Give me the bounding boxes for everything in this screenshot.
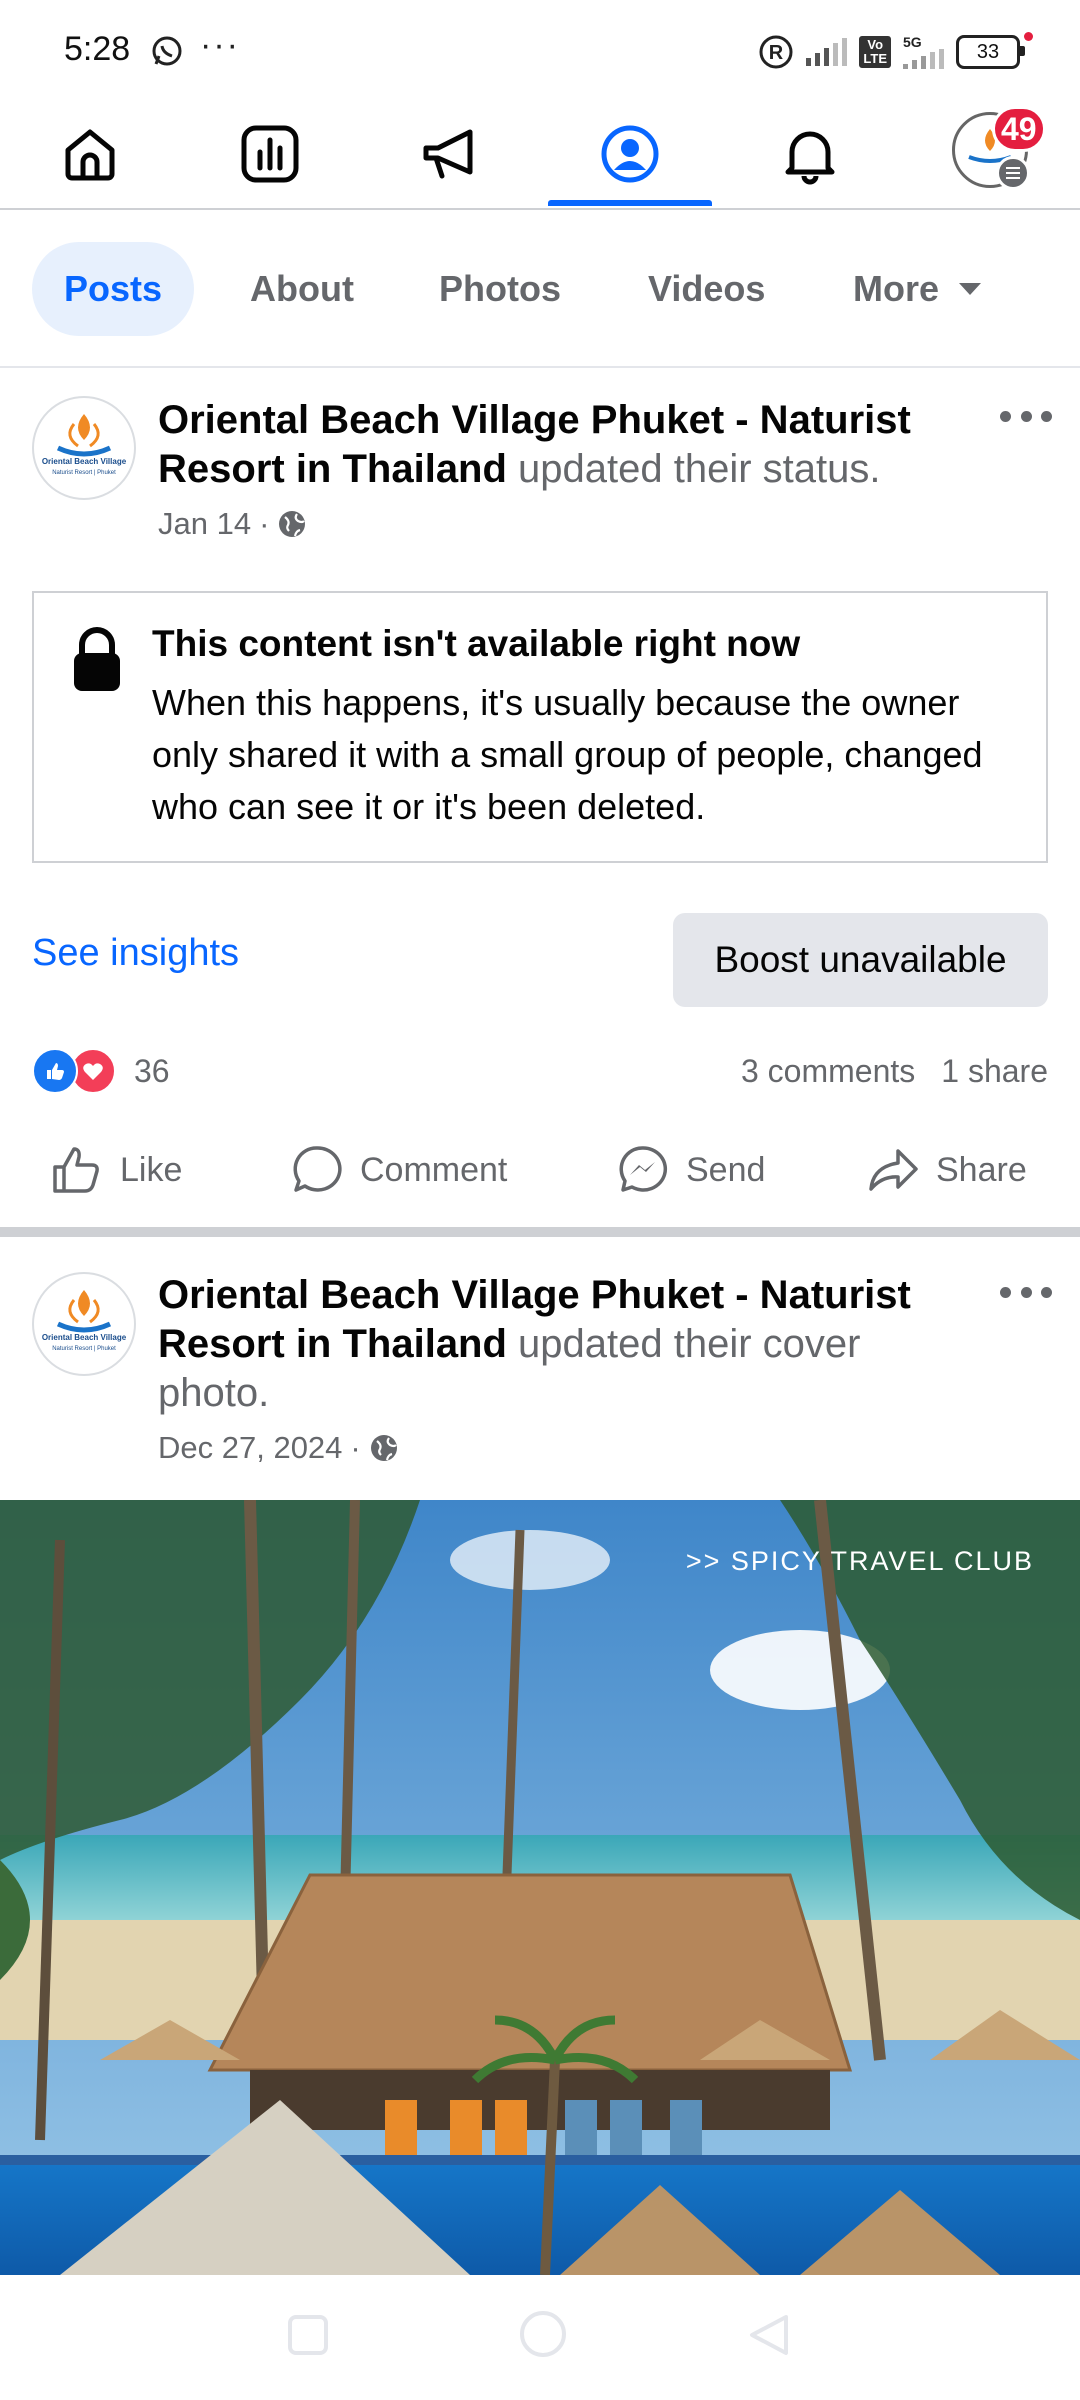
top-nav-bar: 49	[0, 100, 1080, 210]
post-date[interactable]: Dec 27, 2024	[158, 1430, 342, 1466]
volte-icon: Vo LTE	[859, 36, 891, 68]
status-indicators: R Vo LTE 5G 33	[758, 30, 1033, 74]
meta-separator: ·	[259, 506, 270, 541]
megaphone-icon	[423, 129, 473, 179]
home-system-icon[interactable]	[518, 2309, 568, 2359]
share-button[interactable]: Share	[866, 1130, 1027, 1210]
resort-logo-icon: Oriental Beach Village Naturist Resort |…	[35, 1275, 133, 1373]
see-insights-link[interactable]: See insights	[32, 932, 239, 975]
logo-line1: Oriental Beach Village	[42, 1333, 127, 1342]
nav-profile[interactable]	[540, 100, 720, 208]
nav-ads[interactable]	[360, 100, 540, 208]
post-options-button[interactable]	[1000, 406, 1052, 426]
comments-count[interactable]: 3 comments	[741, 1053, 915, 1090]
tab-more[interactable]: More	[853, 242, 982, 336]
post-header-text: Oriental Beach Village Phuket - Naturist…	[158, 396, 958, 494]
send-label: Send	[686, 1150, 766, 1189]
tab-photos[interactable]: Photos	[439, 242, 561, 336]
tab-about[interactable]: About	[250, 242, 354, 336]
logo-line1: Oriental Beach Village	[42, 457, 127, 466]
thumbs-up-icon	[53, 1147, 99, 1193]
home-icon	[65, 129, 115, 181]
reaction-count: 36	[134, 1052, 170, 1089]
post-meta: Jan 14 ·	[158, 506, 307, 542]
nav-dashboard[interactable]	[180, 100, 360, 208]
page-avatar[interactable]: Oriental Beach Village Naturist Resort |…	[32, 396, 136, 500]
status-more-dots: ···	[200, 26, 240, 64]
nav-active-indicator	[548, 200, 712, 206]
like-reaction-icon	[32, 1048, 78, 1094]
bell-icon	[785, 131, 835, 185]
unavailable-content-card: This content isn't available right now W…	[32, 591, 1048, 863]
status-time: 5:28	[64, 30, 131, 68]
post-action-bar: Like Comment Send Share	[0, 1130, 1080, 1210]
globe-icon	[370, 1435, 397, 1461]
send-button[interactable]: Send	[616, 1130, 765, 1210]
profile-tabs: Posts About Photos Videos More	[0, 210, 1080, 368]
meta-separator: ·	[350, 1430, 361, 1465]
tab-more-label: More	[853, 268, 940, 309]
svg-text:R: R	[769, 42, 784, 64]
cover-photo[interactable]: >> SPICY TRAVEL CLUB	[0, 1500, 1080, 2275]
tab-posts[interactable]: Posts	[32, 242, 195, 336]
registered-icon: R	[759, 35, 793, 69]
notification-badge: 49	[992, 106, 1046, 152]
post-meta-2: Dec 27, 2024 ·	[158, 1430, 399, 1466]
resort-photo-image: >> SPICY TRAVEL CLUB	[0, 1500, 1080, 2275]
post-action-text: updated their status.	[506, 447, 881, 491]
battery-icon: 33	[956, 32, 1033, 69]
post-options-button[interactable]	[1000, 1282, 1052, 1302]
page-avatar-2[interactable]: Oriental Beach Village Naturist Resort |…	[32, 1272, 136, 1376]
signal-icon	[806, 38, 848, 66]
cover-watermark-caption: >> SPICY TRAVEL CLUB	[686, 1546, 1034, 1576]
comment-button[interactable]: Comment	[290, 1130, 507, 1210]
post-separator	[0, 1227, 1080, 1237]
logo-line2: Naturist Resort | Phuket	[52, 1346, 116, 1352]
logo-line2: Naturist Resort | Phuket	[52, 470, 116, 476]
back-icon[interactable]	[746, 2313, 790, 2357]
boost-unavailable-button[interactable]: Boost unavailable	[673, 913, 1048, 1007]
share-arrow-icon	[869, 1149, 918, 1191]
recent-apps-icon[interactable]	[286, 2313, 330, 2357]
hamburger-menu-icon	[996, 156, 1030, 190]
tab-videos[interactable]: Videos	[648, 242, 765, 336]
shares-count[interactable]: 1 share	[941, 1053, 1048, 1090]
caret-down-icon	[959, 283, 982, 295]
nav-menu[interactable]: 49	[952, 106, 1046, 190]
status-bar: 5:28 ··· R Vo LTE 5G 33	[0, 0, 1080, 100]
dashboard-icon	[241, 125, 299, 183]
like-label: Like	[120, 1150, 183, 1189]
like-button[interactable]: Like	[50, 1130, 182, 1210]
lock-icon	[74, 627, 120, 691]
globe-icon	[279, 511, 306, 537]
reactions-summary[interactable]: 36	[32, 1048, 170, 1094]
nav-notifications[interactable]	[720, 100, 900, 208]
comment-label: Comment	[360, 1150, 508, 1189]
profile-icon	[601, 125, 659, 183]
resort-logo-icon: Oriental Beach Village Naturist Resort |…	[35, 399, 133, 497]
unavailable-title: This content isn't available right now	[152, 623, 801, 664]
whatsapp-icon	[152, 36, 182, 66]
comment-icon	[293, 1146, 342, 1192]
share-label: Share	[936, 1150, 1027, 1189]
nav-home[interactable]	[0, 100, 180, 208]
messenger-icon	[619, 1146, 668, 1192]
unavailable-description: When this happens, it's usually because …	[152, 682, 983, 827]
post-header-text-2: Oriental Beach Village Phuket - Naturist…	[158, 1271, 958, 1418]
engagement-counts: 3 comments 1 share	[741, 1048, 1048, 1094]
system-navigation-bar	[0, 2275, 1080, 2400]
5g-signal-icon: 5G	[903, 35, 944, 69]
post-date[interactable]: Jan 14	[158, 506, 251, 542]
